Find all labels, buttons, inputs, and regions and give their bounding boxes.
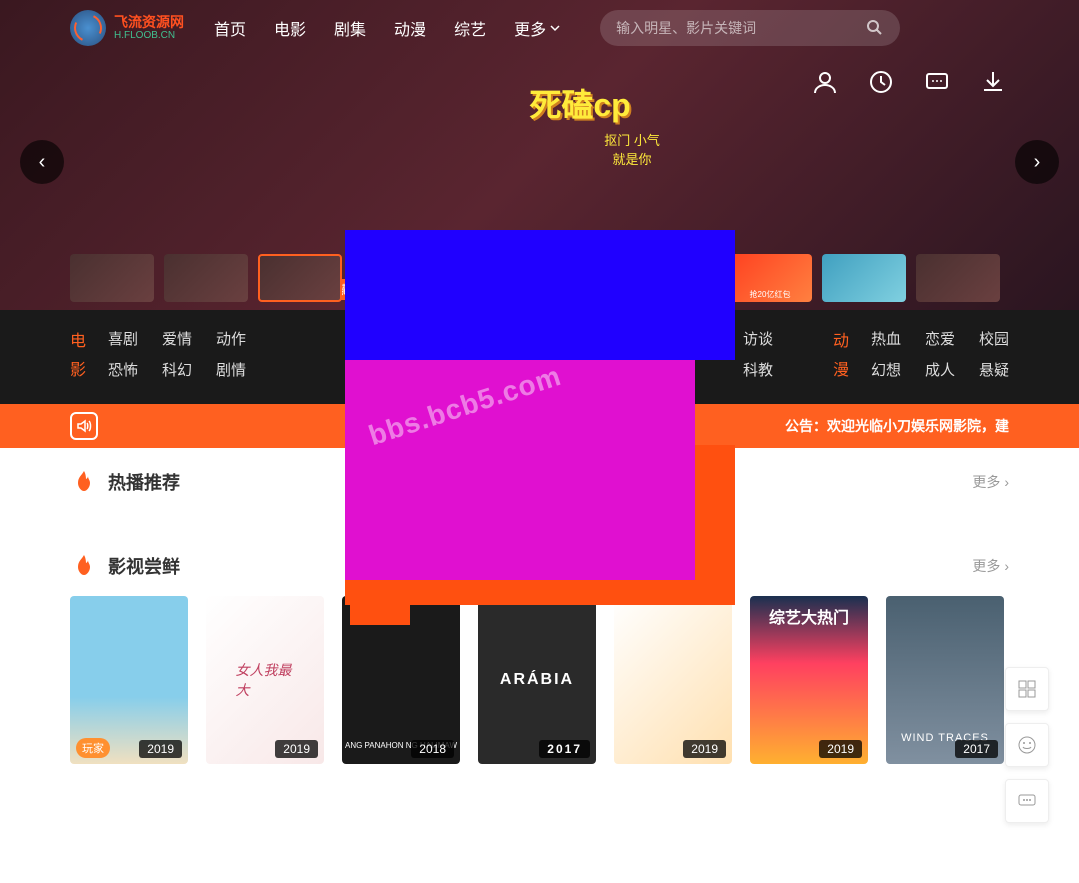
smile-icon[interactable] bbox=[1005, 723, 1049, 767]
year-badge: 2017 bbox=[539, 740, 590, 758]
card-6[interactable]: 综艺大热门2019 bbox=[750, 596, 868, 764]
cat-head-movie[interactable]: 电影 bbox=[70, 328, 90, 386]
nav-more[interactable]: 更多 bbox=[514, 16, 560, 40]
cat-love[interactable]: 恋爱 bbox=[925, 328, 955, 349]
fire-icon bbox=[70, 552, 98, 580]
chevron-down-icon bbox=[550, 23, 560, 33]
cat-talk[interactable]: 访谈 bbox=[743, 328, 773, 349]
nav-series[interactable]: 剧集 bbox=[334, 16, 366, 40]
overlay-text: 不错哦 bbox=[380, 320, 470, 364]
carousel-next[interactable]: › bbox=[1015, 140, 1059, 184]
thumb-2[interactable] bbox=[164, 254, 248, 302]
cat-scifi[interactable]: 科幻 bbox=[162, 359, 192, 380]
cat-shonen[interactable]: 热血 bbox=[871, 328, 901, 349]
card-2[interactable]: 女人我最大2019 bbox=[206, 596, 324, 764]
announce-text: 公告：欢迎光临小刀娱乐网影院，建 bbox=[785, 416, 1009, 436]
nav-home[interactable]: 首页 bbox=[214, 16, 246, 40]
nav-variety[interactable]: 综艺 bbox=[454, 16, 486, 40]
user-icon[interactable] bbox=[809, 66, 841, 98]
year-badge: 2019 bbox=[139, 740, 182, 758]
search-box[interactable] bbox=[600, 10, 900, 46]
cat-romance[interactable]: 爱情 bbox=[162, 328, 192, 349]
nav-anime[interactable]: 动漫 bbox=[394, 16, 426, 40]
carousel-prev[interactable]: ‹ bbox=[20, 140, 64, 184]
download-icon[interactable] bbox=[977, 66, 1009, 98]
search-input[interactable] bbox=[616, 20, 866, 36]
year-badge: 2019 bbox=[683, 740, 726, 758]
year-badge: 2017 bbox=[955, 740, 998, 758]
cat-fantasy[interactable]: 幻想 bbox=[871, 359, 901, 380]
thumb-10[interactable] bbox=[916, 254, 1000, 302]
logo-icon bbox=[70, 10, 106, 46]
logo-en: H.FLOOB.CN bbox=[114, 30, 184, 41]
category-bar: 电影 喜剧 爱情 动作 恐怖 科幻 剧情 访谈 科教 动漫 热血 恋爱 校园 幻… bbox=[0, 310, 1079, 404]
cat-adult[interactable]: 成人 bbox=[925, 359, 955, 380]
thumb-1[interactable] bbox=[70, 254, 154, 302]
cat-action[interactable]: 动作 bbox=[216, 328, 246, 349]
announcement-bar: 公告：欢迎光临小刀娱乐网影院，建 bbox=[0, 404, 1079, 448]
logo-cn: 飞流资源网 bbox=[114, 15, 184, 30]
cat-horror[interactable]: 恐怖 bbox=[108, 359, 138, 380]
card-5[interactable]: 2019 bbox=[614, 596, 732, 764]
history-icon[interactable] bbox=[865, 66, 897, 98]
thumb-5[interactable] bbox=[446, 254, 530, 302]
more-link-hot[interactable]: 更多 › bbox=[972, 472, 1009, 492]
section-title-new: 影视尝鲜 bbox=[108, 553, 180, 579]
section-title-hot: 热播推荐 bbox=[108, 469, 180, 495]
cat-mystery[interactable]: 悬疑 bbox=[979, 359, 1009, 380]
thumb-3[interactable] bbox=[258, 254, 342, 302]
overlay-orange2 bbox=[350, 595, 410, 625]
thumb-4[interactable] bbox=[352, 254, 436, 302]
card-1[interactable]: 玩家2019 bbox=[70, 596, 188, 764]
thumb-6[interactable] bbox=[540, 254, 624, 302]
year-badge: 2018 bbox=[411, 740, 454, 758]
message-icon[interactable] bbox=[921, 66, 953, 98]
cat-comedy[interactable]: 喜剧 bbox=[108, 328, 138, 349]
grid-view-icon[interactable] bbox=[1005, 667, 1049, 711]
chat-icon[interactable] bbox=[1005, 779, 1049, 823]
carousel-thumbs: 抢20亿红包 bbox=[70, 254, 1009, 302]
thumb-7[interactable] bbox=[634, 254, 718, 302]
card-4[interactable]: ARÁBIA2017 bbox=[478, 596, 596, 764]
more-link-new[interactable]: 更多 › bbox=[972, 556, 1009, 576]
card-grid: 玩家2019 女人我最大2019 ANG PANAHON NG HALIMAW2… bbox=[70, 596, 1009, 764]
thumb-8[interactable]: 抢20亿红包 bbox=[728, 254, 812, 302]
card-7[interactable]: WIND TRACES2017 bbox=[886, 596, 1004, 764]
hero-title: 死磕cp bbox=[529, 80, 630, 126]
logo[interactable]: 飞流资源网 H.FLOOB.CN bbox=[70, 10, 184, 46]
cat-head-anime[interactable]: 动漫 bbox=[833, 328, 853, 386]
cat-school[interactable]: 校园 bbox=[979, 328, 1009, 349]
hero-subtitle: 抠门 小气就是你 bbox=[604, 130, 660, 168]
search-icon[interactable] bbox=[866, 19, 884, 37]
cat-drama[interactable]: 剧情 bbox=[216, 359, 246, 380]
cat-edu[interactable]: 科教 bbox=[743, 359, 773, 380]
nav-movie[interactable]: 电影 bbox=[274, 16, 306, 40]
fire-icon bbox=[70, 468, 98, 496]
year-badge: 2019 bbox=[819, 740, 862, 758]
main-nav: 首页 电影 剧集 动漫 综艺 更多 bbox=[214, 16, 560, 40]
thumb-9[interactable] bbox=[822, 254, 906, 302]
speaker-icon bbox=[70, 412, 98, 440]
float-buttons bbox=[1005, 667, 1049, 823]
overlay-orange bbox=[345, 445, 735, 605]
year-badge: 2019 bbox=[275, 740, 318, 758]
